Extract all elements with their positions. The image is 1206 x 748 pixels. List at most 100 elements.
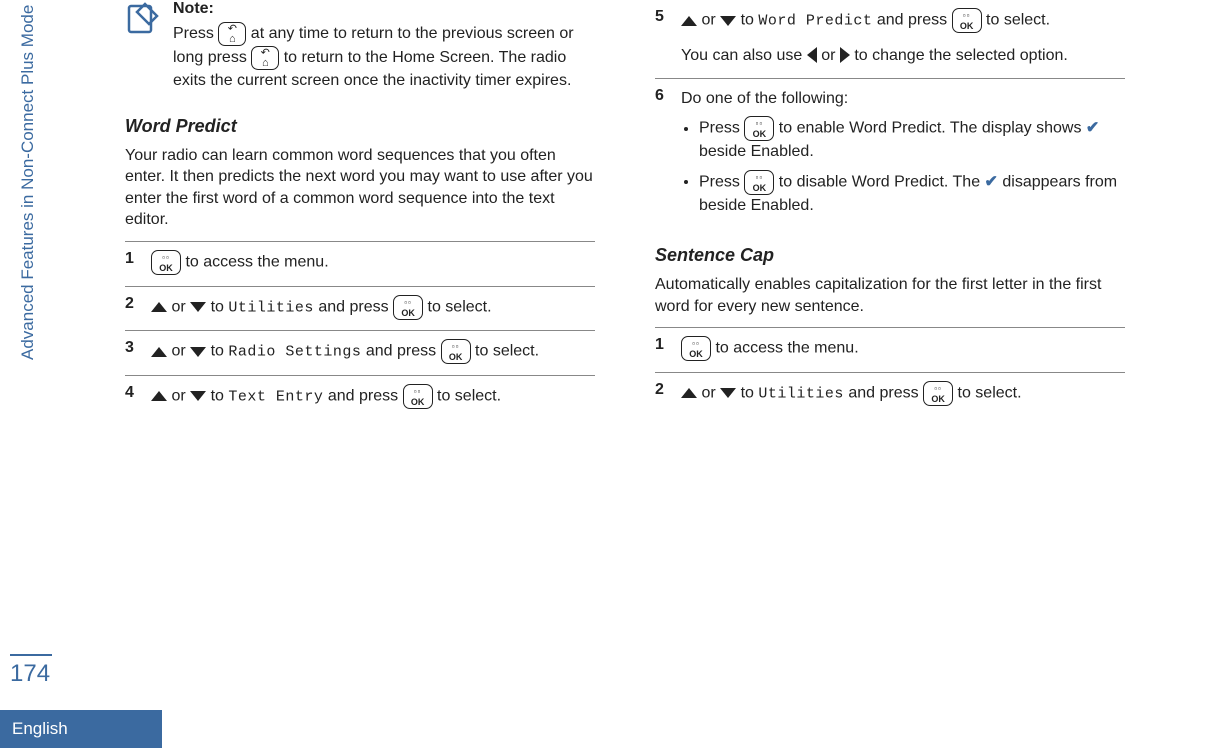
nav-down-icon <box>190 391 206 401</box>
column-left: Note: Press at any time to return to the… <box>125 0 595 419</box>
step-text: to <box>211 298 229 315</box>
list-item: Press ▫▫OK to disable Word Predict. The … <box>699 170 1125 217</box>
ok-button-icon: ▫▫OK <box>393 295 423 320</box>
nav-down-icon <box>190 347 206 357</box>
ok-button-icon: ▫▫OK <box>744 170 774 195</box>
step-number: 6 <box>655 87 681 223</box>
ok-button-icon: ▫▫OK <box>952 8 982 33</box>
list-item: Press ▫▫OK to enable Word Predict. The d… <box>699 116 1125 163</box>
step-text: to access the menu. <box>185 254 328 271</box>
note-text-1: Press <box>173 25 218 42</box>
step-text: to access the menu. <box>715 340 858 357</box>
sc-step-1: 1 ▫▫OK to access the menu. <box>655 327 1125 372</box>
menu-name: Utilities <box>758 385 844 402</box>
nav-right-icon <box>840 47 850 63</box>
step-text: to select. <box>475 343 539 360</box>
step-text: to enable Word Predict. The display show… <box>779 120 1086 137</box>
note-block: Note: Press at any time to return to the… <box>125 0 595 102</box>
note-text: Note: Press at any time to return to the… <box>173 0 595 102</box>
step-text: You can also use <box>681 47 807 64</box>
step-body: or to Text Entry and press ▫▫OK to selec… <box>151 384 595 410</box>
menu-name: Text Entry <box>228 388 323 405</box>
step-text: and press <box>318 298 393 315</box>
back-home-button-icon <box>251 46 279 70</box>
check-icon: ✔ <box>985 173 998 190</box>
note-icon <box>125 0 161 36</box>
step-text: to <box>211 387 229 404</box>
step-body: or to Utilities and press ▫▫OK to select… <box>681 381 1125 407</box>
ok-button-icon: ▫▫OK <box>403 384 433 409</box>
step-body: or to Word Predict and press ▫▫OK to sel… <box>681 8 1125 68</box>
step-number: 5 <box>655 8 681 68</box>
step-text: and press <box>877 12 952 29</box>
page-number: 174 <box>10 654 52 688</box>
nav-up-icon <box>681 16 697 26</box>
step-text: to select. <box>986 12 1050 29</box>
step-body: or to Radio Settings and press ▫▫OK to s… <box>151 339 595 365</box>
step-text: and press <box>848 384 923 401</box>
nav-up-icon <box>151 391 167 401</box>
step-text: beside Enabled. <box>699 143 814 160</box>
step-number: 1 <box>125 250 151 276</box>
ok-button-icon: ▫▫OK <box>744 116 774 141</box>
nav-left-icon <box>807 47 817 63</box>
sc-step-2: 2 or to Utilities and press ▫▫OK to sele… <box>655 372 1125 417</box>
nav-down-icon <box>720 16 736 26</box>
step-text: to <box>741 384 759 401</box>
step-text: or <box>701 12 720 29</box>
menu-name: Utilities <box>228 299 314 316</box>
step-body: or to Utilities and press ▫▫OK to select… <box>151 295 595 321</box>
nav-down-icon <box>720 388 736 398</box>
nav-down-icon <box>190 302 206 312</box>
check-icon: ✔ <box>1086 120 1099 137</box>
nav-up-icon <box>151 347 167 357</box>
step-text: or <box>171 387 190 404</box>
ok-button-icon: ▫▫OK <box>151 250 181 275</box>
step-text: to disable Word Predict. The <box>779 173 985 190</box>
section-title-vertical: Advanced Features in Non-Connect Plus Mo… <box>18 5 38 360</box>
step-2: 2 or to Utilities and press ▫▫OK to sele… <box>125 286 595 331</box>
step-3: 3 or to Radio Settings and press ▫▫OK to… <box>125 330 595 375</box>
step-number: 2 <box>125 295 151 321</box>
step-body: Do one of the following: Press ▫▫OK to e… <box>681 87 1125 223</box>
step-text: to <box>211 343 229 360</box>
column-right: 5 or to Word Predict and press ▫▫OK to s… <box>655 0 1125 419</box>
ok-button-icon: ▫▫OK <box>923 381 953 406</box>
step-number: 3 <box>125 339 151 365</box>
step-text: to select. <box>428 298 492 315</box>
step-text: and press <box>328 387 403 404</box>
ok-button-icon: ▫▫OK <box>681 336 711 361</box>
sidebar: Advanced Features in Non-Connect Plus Mo… <box>0 0 60 748</box>
step-number: 1 <box>655 336 681 362</box>
page-content: Note: Press at any time to return to the… <box>125 0 1166 419</box>
step-text: Press <box>699 173 744 190</box>
sentence-cap-heading: Sentence Cap <box>655 245 1125 266</box>
step-text: to select. <box>958 384 1022 401</box>
step-text: and press <box>366 343 441 360</box>
step-number: 4 <box>125 384 151 410</box>
step-body: ▫▫OK to access the menu. <box>151 250 595 276</box>
word-predict-heading: Word Predict <box>125 116 595 137</box>
step-5: 5 or to Word Predict and press ▫▫OK to s… <box>655 0 1125 78</box>
word-predict-intro: Your radio can learn common word sequenc… <box>125 145 595 231</box>
step-text: or <box>701 384 720 401</box>
step-6: 6 Do one of the following: Press ▫▫OK to… <box>655 78 1125 233</box>
step-text: Press <box>699 120 744 137</box>
nav-up-icon <box>681 388 697 398</box>
back-home-button-icon <box>218 22 246 46</box>
step-text: or <box>171 343 190 360</box>
menu-name: Word Predict <box>758 13 872 30</box>
step-4: 4 or to Text Entry and press ▫▫OK to sel… <box>125 375 595 420</box>
ok-button-icon: ▫▫OK <box>441 339 471 364</box>
note-body: Press at any time to return to the previ… <box>173 22 595 92</box>
step-body: ▫▫OK to access the menu. <box>681 336 1125 362</box>
sentence-cap-intro: Automatically enables capitalization for… <box>655 274 1125 317</box>
step-number: 2 <box>655 381 681 407</box>
step-text: to <box>741 12 759 29</box>
note-title: Note: <box>173 0 595 18</box>
step-1: 1 ▫▫OK to access the menu. <box>125 241 595 286</box>
step-text: to select. <box>437 387 501 404</box>
bullet-list: Press ▫▫OK to enable Word Predict. The d… <box>699 116 1125 217</box>
language-tag: English <box>0 710 162 748</box>
nav-up-icon <box>151 302 167 312</box>
